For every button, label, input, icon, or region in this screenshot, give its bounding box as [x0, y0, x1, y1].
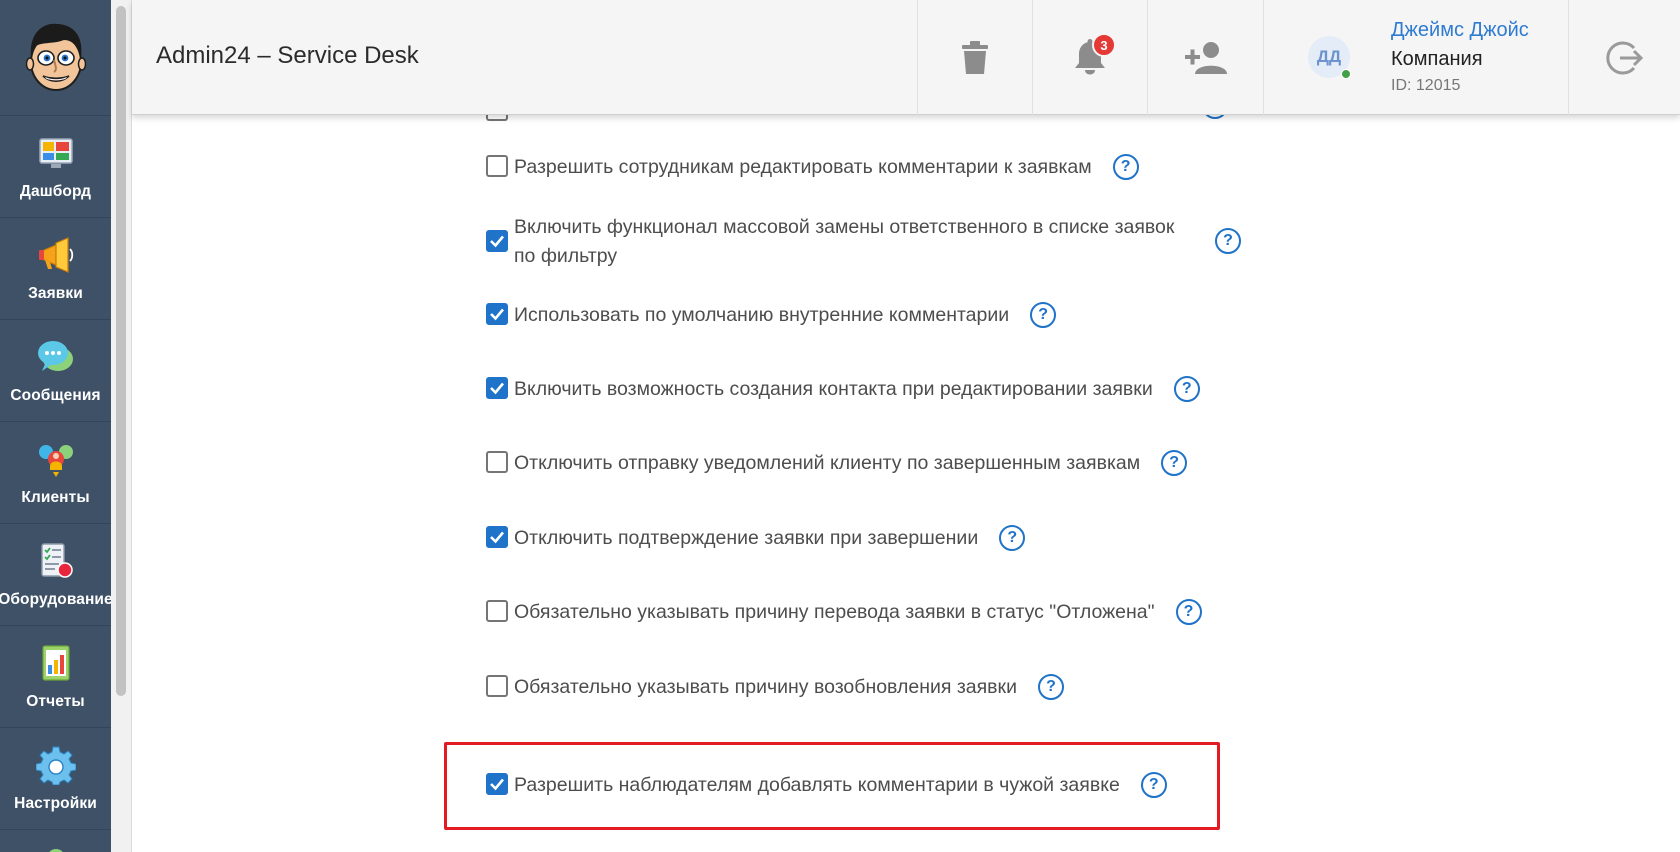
option-row: Отключить подтверждение заявки при завер…: [486, 524, 1026, 553]
notification-count-badge: 3: [1092, 33, 1116, 57]
option-checkbox[interactable]: [486, 675, 508, 697]
option-checkbox[interactable]: [486, 303, 508, 325]
sidebar-item-label: Настройки: [14, 794, 97, 812]
vertical-scrollbar[interactable]: [111, 0, 132, 852]
user-name-link[interactable]: Джеймс Джойс: [1391, 19, 1529, 42]
help-icon[interactable]: ?: [1161, 450, 1188, 476]
help-icon[interactable]: ?: [1175, 599, 1202, 625]
partial-menu-icon: [48, 849, 63, 852]
help-icon[interactable]: ?: [1173, 376, 1200, 402]
help-icon[interactable]: ?: [1140, 772, 1167, 798]
sidebar-item-more[interactable]: [0, 830, 111, 852]
option-label: Обязательно указывать причину перевода з…: [514, 601, 1155, 623]
notifications-button[interactable]: 3: [1032, 0, 1147, 115]
option-row: Разрешить сотрудникам редактировать комм…: [486, 153, 1139, 182]
option-checkbox[interactable]: [486, 451, 508, 473]
sidebar-item-label: Дашборд: [19, 182, 92, 200]
option-row: Использовать по умолчанию внутренние ком…: [486, 301, 1057, 330]
clients-icon: [38, 444, 73, 477]
option-row: Обязательно указывать причину перевода з…: [486, 598, 1202, 627]
scrolled-off-option-row: [486, 115, 1386, 121]
option-label: Включить возможность создания контакта п…: [514, 378, 1153, 400]
sidebar-item-label: Оборудование: [0, 590, 113, 608]
option-label: Включить функционал массовой замены отве…: [514, 216, 1175, 267]
user-profile[interactable]: ДД Джеймс Джойс Компания ID: 12015: [1263, 0, 1568, 115]
option-row: Отключить отправку уведомлений клиенту п…: [486, 449, 1188, 478]
trash-icon: [962, 40, 988, 74]
help-icon[interactable]: ?: [999, 525, 1026, 551]
help-icon[interactable]: ?: [1037, 674, 1064, 700]
app-window: Дашборд Заявки Сообщения Клиенты Оборудо…: [0, 0, 1680, 852]
sidebar-item-label: Заявки: [28, 284, 83, 302]
option-label: Использовать по умолчанию внутренние ком…: [514, 304, 1010, 326]
option-row: Включить функционал массовой замены отве…: [486, 213, 1241, 271]
checkmark-icon: [490, 531, 504, 544]
add-user-button[interactable]: [1147, 0, 1263, 115]
option-checkbox[interactable]: [486, 526, 508, 548]
sidebar: Дашборд Заявки Сообщения Клиенты Оборудо…: [0, 0, 113, 852]
option-checkbox[interactable]: [486, 773, 508, 795]
user-id: ID: 12015: [1391, 77, 1461, 94]
checkmark-icon: [490, 778, 504, 791]
checkmark-icon: [490, 235, 504, 248]
sidebar-item-settings[interactable]: Настройки: [0, 728, 111, 830]
option-label: Обязательно указывать причину возобновле…: [514, 676, 1017, 698]
logout-button[interactable]: [1568, 0, 1680, 115]
person-add-icon: [1184, 41, 1227, 74]
help-icon[interactable]: ?: [1112, 154, 1139, 180]
gear-icon: [35, 746, 76, 785]
logo[interactable]: [0, 0, 111, 116]
option-label: Отключить подтверждение заявки при завер…: [514, 527, 979, 549]
settings-content: Разрешить сотрудникам редактировать комм…: [132, 115, 1680, 852]
option-label: Разрешить наблюдателям добавлять коммент…: [514, 774, 1120, 796]
option-row-highlighted: Разрешить наблюдателям добавлять коммент…: [486, 771, 1167, 800]
reports-icon: [41, 644, 70, 681]
option-checkbox[interactable]: [486, 230, 508, 252]
option-row: Обязательно указывать причину возобновле…: [486, 673, 1064, 702]
logout-icon: [1605, 41, 1643, 74]
checkmark-icon: [490, 308, 504, 321]
help-icon[interactable]: ?: [1215, 228, 1241, 254]
help-icon[interactable]: ?: [1030, 302, 1057, 328]
dashboard-icon: [38, 137, 73, 168]
checkmark-icon: [490, 382, 504, 395]
top-header: Admin24 – Service Desk 3 ДД Джеймс Джойс…: [132, 0, 1680, 115]
avatar-face-logo-icon: [25, 23, 86, 91]
user-company: Компания: [1391, 48, 1483, 70]
equipment-icon: [40, 542, 73, 578]
sidebar-item-tickets[interactable]: Заявки: [0, 218, 111, 320]
option-checkbox[interactable]: [486, 155, 508, 177]
sidebar-item-equipment[interactable]: Оборудование: [0, 524, 113, 626]
option-row: Включить возможность создания контакта п…: [486, 375, 1200, 404]
sidebar-item-clients[interactable]: Клиенты: [0, 422, 111, 524]
scrollbar-thumb[interactable]: [116, 6, 126, 696]
sidebar-item-dashboard[interactable]: Дашборд: [0, 116, 111, 218]
chat-bubbles-icon: [37, 340, 73, 371]
delete-button[interactable]: [917, 0, 1032, 115]
sidebar-item-label: Отчеты: [26, 692, 85, 710]
sidebar-item-label: Сообщения: [10, 386, 101, 404]
option-checkbox[interactable]: [486, 600, 508, 622]
online-status-dot: [1341, 69, 1351, 79]
sidebar-item-messages[interactable]: Сообщения: [0, 320, 111, 422]
page-title: Admin24 – Service Desk: [156, 42, 419, 69]
option-checkbox[interactable]: [486, 377, 508, 399]
sidebar-item-reports[interactable]: Отчеты: [0, 626, 111, 728]
megaphone-icon: [38, 236, 73, 273]
option-label: Разрешить сотрудникам редактировать комм…: [514, 156, 1092, 178]
sidebar-item-label: Клиенты: [21, 488, 90, 506]
option-label: Отключить отправку уведомлений клиенту п…: [514, 452, 1141, 474]
